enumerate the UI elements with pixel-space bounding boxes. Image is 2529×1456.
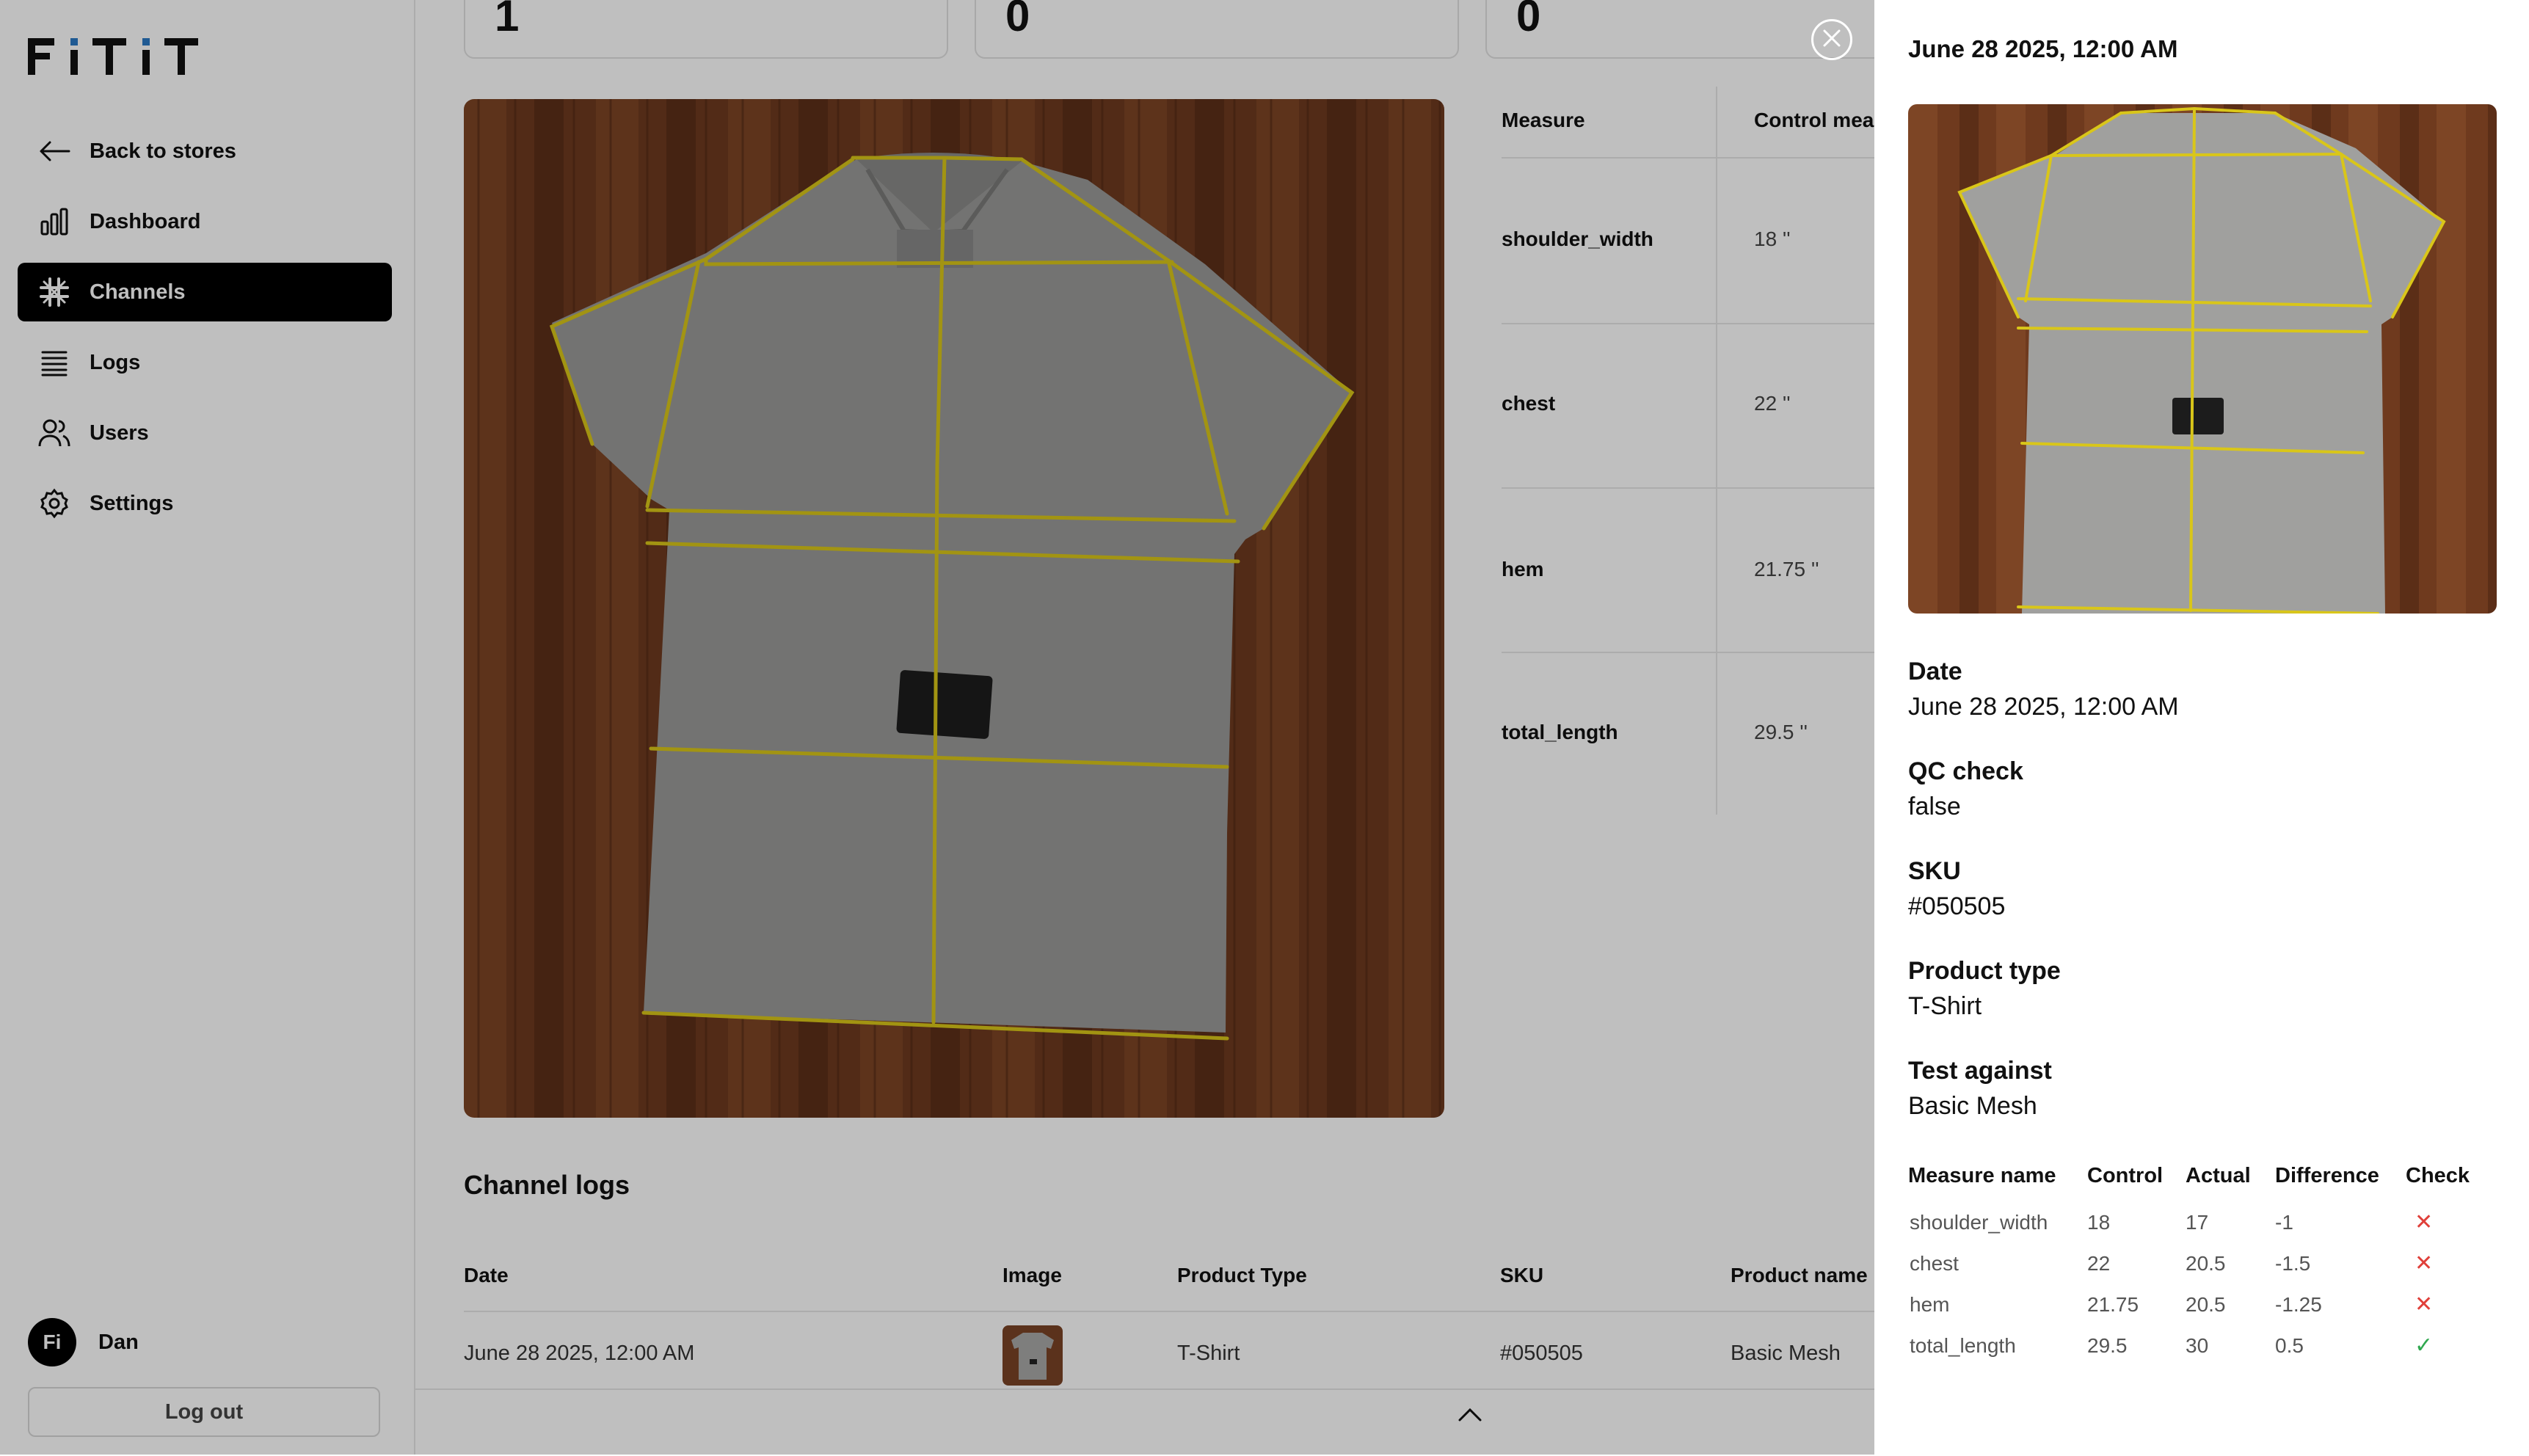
close-icon [1822,28,1842,52]
measure-control: 21.75 [2087,1293,2139,1316]
measure-actual: 17 [2186,1211,2209,1234]
measure-actual: 20.5 [2186,1252,2226,1275]
log-detail-drawer: June 28 2025, 12:00 AM Date June 28 2025… [1874,0,2529,1455]
measure-name: shoulder_width [1910,1211,2048,1234]
measure-difference: 0.5 [2275,1334,2304,1357]
field-label: QC check [1908,757,2023,785]
measure-actual: 30 [2186,1334,2209,1357]
field-value: June 28 2025, 12:00 AM [1908,693,2179,721]
measure-name: total_length [1910,1334,2016,1357]
measure-actual: 20.5 [2186,1293,2226,1316]
field-value: Basic Mesh [1908,1092,2037,1120]
measure-difference: -1.5 [2275,1252,2311,1275]
measure-control: 29.5 [2087,1334,2128,1357]
column-header: Difference [2275,1164,2379,1187]
column-header: Measure name [1908,1164,2056,1187]
measure-control: 22 [2087,1252,2111,1275]
drawer-title: June 28 2025, 12:00 AM [1908,35,2178,62]
fail-icon: ✕ [2415,1251,2434,1275]
field-value: T-Shirt [1908,992,1982,1020]
modal-backdrop[interactable] [0,0,1874,1455]
field-value: #050505 [1908,892,2006,920]
field-label: Test against [1908,1057,2052,1085]
field-label: Date [1908,658,1962,685]
fail-icon: ✕ [2415,1292,2434,1317]
measure-difference: -1 [2275,1211,2293,1234]
measure-control: 18 [2087,1211,2111,1234]
close-drawer-button[interactable] [1811,19,1852,60]
measure-difference: -1.25 [2275,1293,2322,1316]
drawer-product-photo [1908,104,2497,614]
field-value: false [1908,793,1961,820]
column-header: Check [2406,1164,2470,1187]
field-label: SKU [1908,857,1961,885]
measure-name: hem [1910,1293,1950,1316]
measure-name: chest [1910,1252,1959,1275]
column-header: Control [2087,1164,2164,1187]
field-label: Product type [1908,957,2061,985]
column-header: Actual [2186,1164,2251,1187]
pass-icon: ✓ [2415,1333,2434,1358]
fail-icon: ✕ [2415,1210,2434,1234]
